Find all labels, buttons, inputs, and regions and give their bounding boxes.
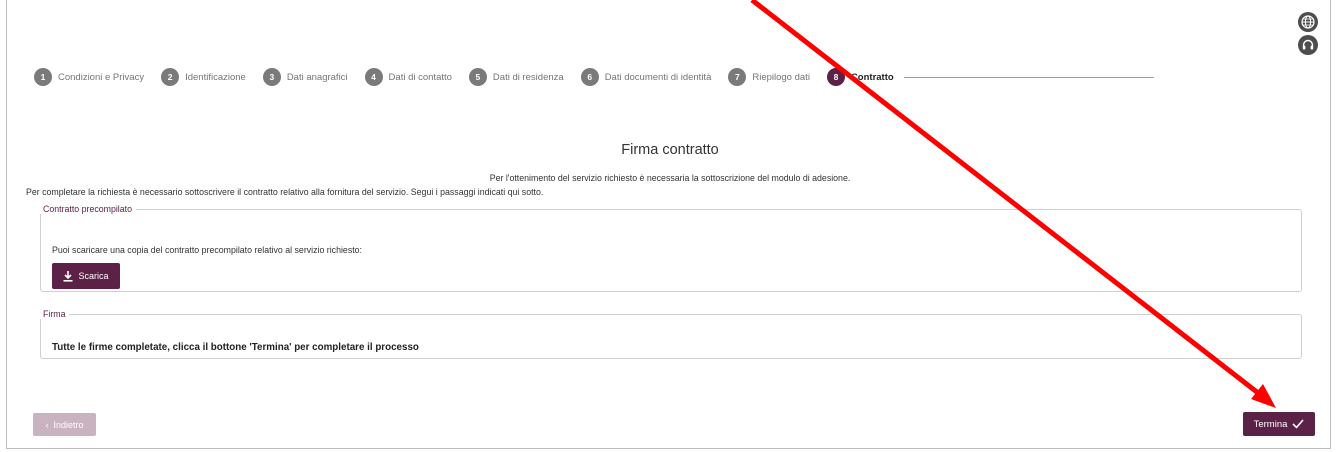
- step-number: 8: [826, 68, 845, 86]
- globe-icon[interactable]: [1298, 12, 1318, 32]
- step-5: 5 Dati di residenza: [468, 68, 564, 86]
- step-8-active: 8 Contratto: [826, 68, 894, 86]
- step-label: Identificazione: [185, 71, 246, 83]
- section-legend: Contratto precompilato: [43, 204, 132, 214]
- step-number: 5: [468, 68, 487, 86]
- step-label: Dati documenti di identità: [604, 71, 712, 83]
- top-right-icons: [1298, 12, 1318, 55]
- finish-button[interactable]: Termina: [1243, 412, 1315, 436]
- precompiled-contract-section: Contratto precompilato Puoi scaricare un…: [40, 204, 1302, 292]
- step-1: 1 Condizioni e Privacy: [34, 68, 144, 86]
- step-label: Dati di residenza: [492, 71, 564, 83]
- page-title: Firma contratto: [621, 142, 719, 158]
- intro-text-centered: Per l'ottenimento del servizio richiesto…: [489, 173, 851, 183]
- step-3: 3 Dati anagrafici: [262, 68, 348, 86]
- download-button[interactable]: Scarica: [52, 263, 120, 289]
- back-button-label: Indietro: [53, 419, 84, 430]
- download-instructions: Puoi scaricare una copia del contratto p…: [52, 245, 362, 255]
- step-2: 2 Identificazione: [161, 68, 246, 86]
- step-number: 7: [728, 68, 747, 86]
- step-6: 6 Dati documenti di identità: [580, 68, 712, 86]
- checkmark-icon: [1292, 419, 1304, 429]
- section-legend: Firma: [43, 309, 66, 319]
- progress-stepper: 1 Condizioni e Privacy 2 Identificazione…: [34, 68, 1154, 86]
- step-label: Dati di contatto: [388, 71, 452, 83]
- intro-text: Per completare la richiesta è necessario…: [26, 187, 544, 197]
- finish-button-label: Termina: [1253, 418, 1288, 430]
- step-label: Dati anagrafici: [286, 71, 348, 83]
- step-label: Condizioni e Privacy: [58, 71, 145, 83]
- step-number: 4: [364, 68, 383, 86]
- step-label: Contratto: [850, 71, 894, 83]
- signature-section: Firma Tutte le firme completate, clicca …: [40, 309, 1302, 359]
- download-button-label: Scarica: [78, 271, 109, 281]
- step-4: 4 Dati di contatto: [364, 68, 452, 86]
- step-7: 7 Riepilogo dati: [728, 68, 810, 86]
- step-number: 6: [580, 68, 599, 86]
- signature-status-text: Tutte le firme completate, clicca il bot…: [52, 342, 419, 353]
- step-number: 1: [34, 68, 52, 86]
- step-number: 2: [161, 68, 180, 86]
- step-number: 3: [262, 68, 281, 86]
- back-button[interactable]: ‹ Indietro: [33, 413, 96, 436]
- step-connector-line: [903, 76, 1154, 78]
- chevron-left-icon: ‹: [45, 419, 49, 430]
- headset-icon[interactable]: [1298, 35, 1318, 55]
- step-label: Riepilogo dati: [752, 71, 810, 83]
- download-icon: [63, 270, 73, 282]
